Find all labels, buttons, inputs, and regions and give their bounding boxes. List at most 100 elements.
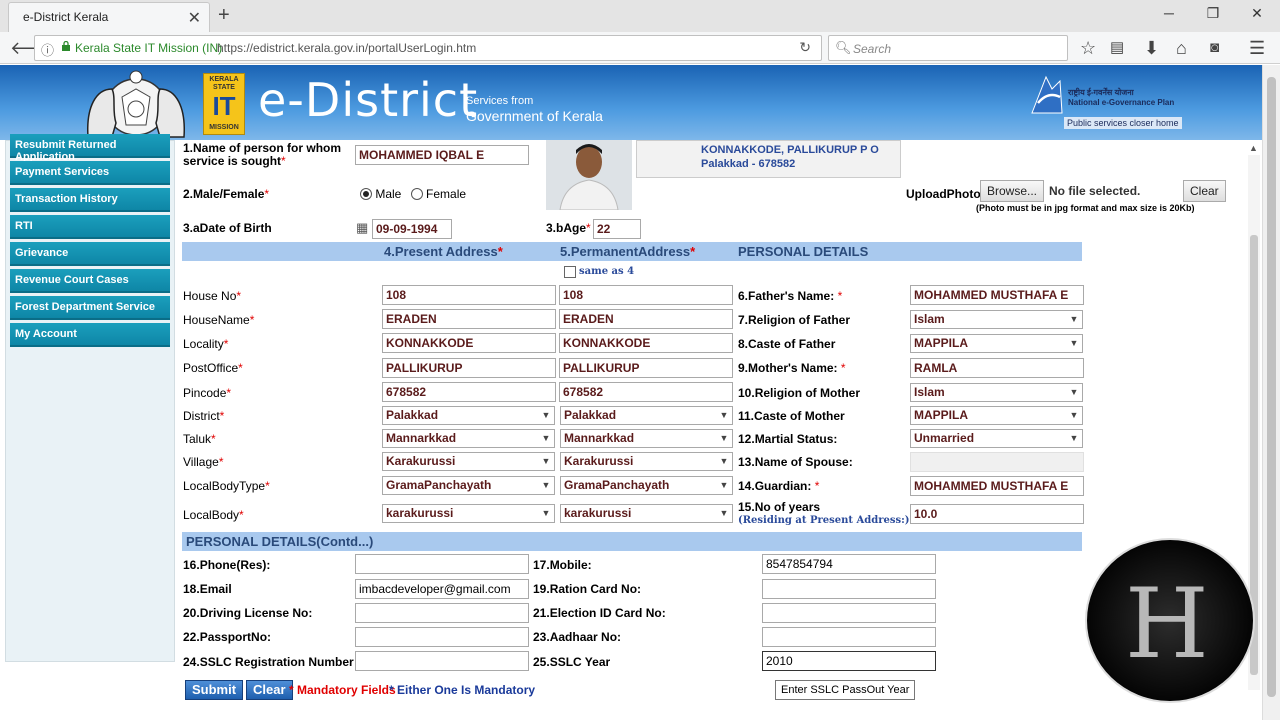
same-as-label: same as 4 [579,266,635,277]
caste-father-select[interactable]: MAPPILA ▼ [910,334,1083,353]
address-display-box: KONNAKKODE, PALLIKURUP P O Palakkad - 67… [636,140,901,178]
driving-license-field[interactable] [355,603,529,623]
browser-tab[interactable]: e-District Kerala ✕ [8,2,210,32]
reload-icon[interactable]: ↻ [799,39,811,56]
sidebar-item-forest-department[interactable]: Forest Department Service [10,296,170,320]
age-label: 3.bAge* [546,221,591,235]
permanent-post-office[interactable]: PALLIKURUP [559,358,733,378]
window-close-icon[interactable]: ✕ [1242,5,1272,22]
sidebar-item-payment-services[interactable]: Payment Services [10,161,170,185]
sidebar-item-transaction-history[interactable]: Transaction History [10,188,170,212]
services-tagline: Services from Government of Kerala [466,95,603,124]
home-icon[interactable]: ⌂ [1176,37,1187,59]
reading-list-icon[interactable]: ▤ [1110,37,1124,59]
present-house-no[interactable]: 108 [382,285,556,305]
house-name-label: HouseName* [183,313,255,327]
bookmark-star-icon[interactable]: ☆ [1080,37,1096,59]
scrollbar-thumb[interactable] [1267,77,1276,697]
restore-icon[interactable]: ❐ [1198,5,1228,22]
sidebar-item-revenue-court-cases[interactable]: Revenue Court Cases [10,269,170,293]
sslc-reg-field[interactable] [355,651,529,671]
email-field[interactable]: imbacdeveloper@gmail.com [355,579,529,599]
years-residing-field[interactable]: 10.0 [910,504,1084,524]
no-file-label: No file selected. [1049,184,1141,198]
kerala-emblem-icon [87,70,185,138]
aadhaar-field[interactable] [762,627,936,647]
sidebar-item-grievance[interactable]: Grievance [10,242,170,266]
email-label: 18.Email [183,582,232,596]
passport-label: 22.PassportNo: [183,630,272,644]
kerala-it-mission-logo: KERALA STATE IT MISSION [203,73,245,135]
religion-father-select[interactable]: Islam ▼ [910,310,1083,329]
guardian-field[interactable]: MOHAMMED MUSTHAFA E [910,476,1084,496]
new-tab-icon[interactable]: + [218,4,230,27]
fathers-name-field[interactable]: MOHAMMED MUSTHAFA E [910,285,1084,305]
ration-card-field[interactable] [762,579,936,599]
clear-photo-button[interactable]: Clear [1183,180,1226,202]
present-district-select[interactable]: Palakkad ▼ [382,406,555,425]
sidebar-item-my-account[interactable]: My Account [10,323,170,347]
search-box[interactable]: 🔍︎ Search [828,35,1068,61]
permanent-address-header: 5.PermanentAddress* [560,244,696,259]
dob-field[interactable]: 09-09-1994 [372,219,452,239]
age-field[interactable]: 22 [593,219,641,239]
taluk-label: Taluk* [183,432,216,446]
browse-button[interactable]: Browse... [980,180,1045,202]
url-text[interactable]: https://edistrict.kerala.gov.in/portalUs… [217,41,476,55]
pocket-icon[interactable]: ◙ [1210,37,1219,59]
localbody-label: LocalBody* [183,508,244,522]
localbody-type-label: LocalBodyType* [183,479,270,493]
applicant-photo [546,140,632,210]
marital-status-select[interactable]: Unmarried ▼ [910,429,1083,448]
close-tab-icon[interactable]: ✕ [188,8,201,28]
same-as-checkbox[interactable] [564,266,576,278]
permanent-localbody-select[interactable]: karakurussi ▼ [560,504,733,523]
submit-button[interactable]: Submit [185,680,244,700]
male-label: Male [375,187,402,201]
mothers-name-field[interactable]: RAMLA [910,358,1084,378]
sidebar-item-rti[interactable]: RTI [10,215,170,239]
address-bar[interactable]: ⓘ Kerala State IT Mission (IN) https://e… [34,35,822,61]
permanent-localbody-type-select[interactable]: GramaPanchayath ▼ [560,476,733,495]
mobile-field[interactable]: 8547854794 [762,554,936,574]
female-radio[interactable] [410,188,423,200]
marital-status-label: 12.Martial Status: [738,432,838,446]
present-locality[interactable]: KONNAKKODE [382,333,556,353]
permanent-village-select[interactable]: Karakurussi ▼ [560,452,733,471]
minimize-icon[interactable]: ─ [1154,5,1184,21]
form-scroll-up-icon[interactable]: ▲ [1249,143,1258,153]
permanent-house-name[interactable]: ERADEN [559,309,733,329]
district-label: District* [183,409,225,423]
present-village-select[interactable]: Karakurussi ▼ [382,452,555,471]
election-id-field[interactable] [762,603,936,623]
present-localbody-select[interactable]: karakurussi ▼ [382,504,555,523]
sidebar-item-resubmit[interactable]: Resubmit Returned Application [10,134,170,163]
info-icon[interactable]: ⓘ [41,40,54,59]
sslc-year-field[interactable]: 2010 [762,651,936,671]
chevron-down-icon: ▼ [719,508,729,518]
permanent-taluk-select[interactable]: Mannarkkad ▼ [560,429,733,448]
chevron-down-icon: ▼ [541,456,551,466]
calendar-icon[interactable]: ▦ [356,220,368,236]
permanent-house-no[interactable]: 108 [559,285,733,305]
passport-field[interactable] [355,627,529,647]
present-localbody-type-select[interactable]: GramaPanchayath ▼ [382,476,555,495]
page-scrollbar[interactable] [1262,65,1280,720]
download-icon[interactable]: ⬇ [1144,37,1159,59]
spouse-name-field[interactable] [910,452,1084,472]
present-house-name[interactable]: ERADEN [382,309,556,329]
applicant-name-field[interactable]: MOHAMMED IQBAL E [355,145,529,165]
permanent-pincode[interactable]: 678582 [559,382,733,402]
phone-res-field[interactable] [355,554,529,574]
permanent-locality[interactable]: KONNAKKODE [559,333,733,353]
present-taluk-select[interactable]: Mannarkkad ▼ [382,429,555,448]
menu-icon[interactable]: ☰ [1249,37,1265,59]
present-pincode[interactable]: 678582 [382,382,556,402]
caste-mother-select[interactable]: MAPPILA ▼ [910,406,1083,425]
present-post-office[interactable]: PALLIKURUP [382,358,556,378]
permanent-district-select[interactable]: Palakkad ▼ [560,406,733,425]
male-radio[interactable] [360,188,372,200]
religion-mother-select[interactable]: Islam ▼ [910,383,1083,402]
web-page: KERALA STATE IT MISSION e-District Servi… [0,65,1262,720]
clear-button[interactable]: Clear [246,680,293,700]
